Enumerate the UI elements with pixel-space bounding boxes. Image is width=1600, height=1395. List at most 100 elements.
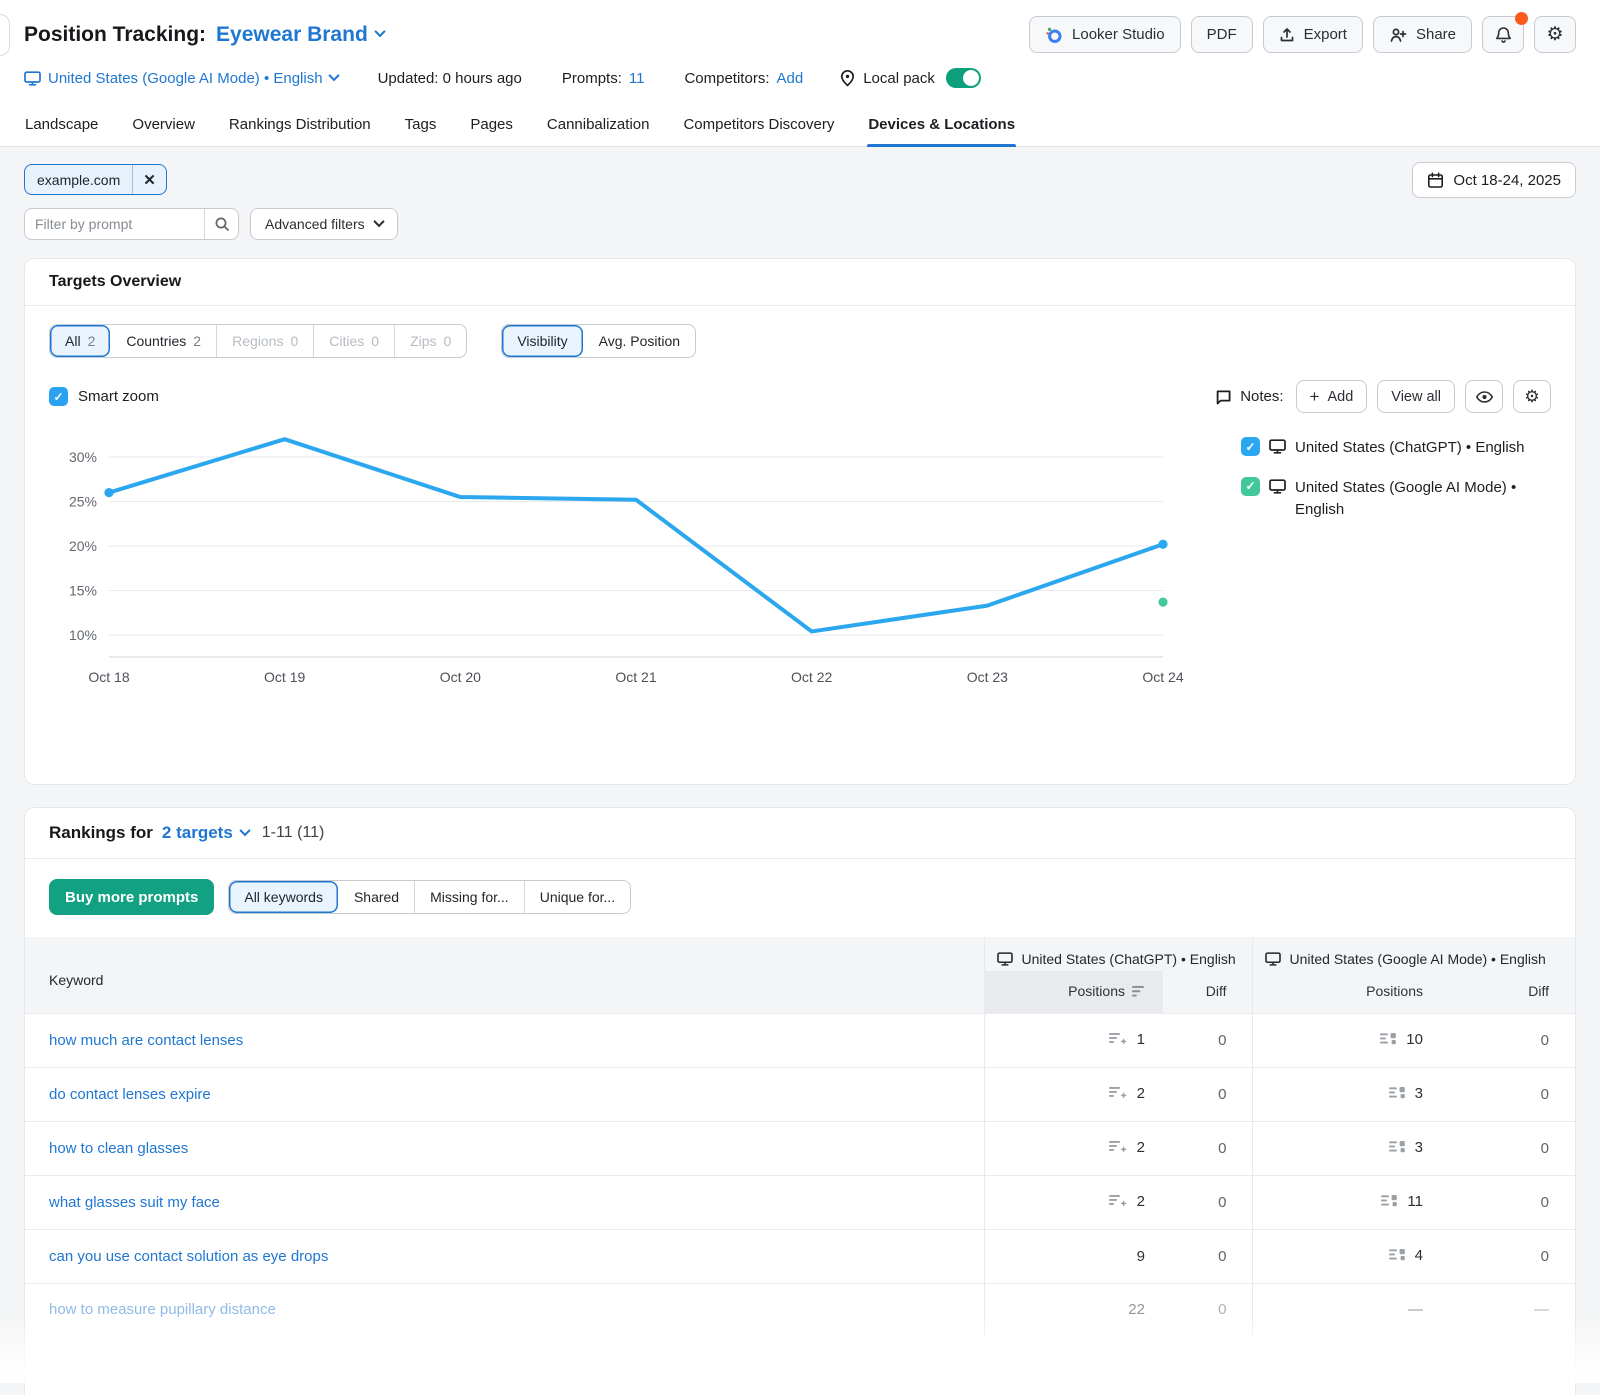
- google-ai-group-header: United States (Google AI Mode) • English: [1253, 937, 1575, 971]
- rankings-range: 1-11 (11): [262, 824, 325, 842]
- calendar-icon: [1427, 172, 1444, 189]
- collapsed-sidebar-stub[interactable]: [0, 14, 10, 56]
- tab-landscape[interactable]: Landscape: [24, 108, 99, 146]
- settings-button[interactable]: ⚙: [1534, 16, 1576, 53]
- segment-missing-for[interactable]: Missing for...: [414, 881, 524, 913]
- tab-cannibalization[interactable]: Cannibalization: [546, 108, 651, 146]
- toggle-notes-visibility-button[interactable]: [1465, 380, 1503, 413]
- keyword-link[interactable]: can you use contact solution as eye drop…: [49, 1248, 328, 1265]
- svg-text:15%: 15%: [69, 583, 97, 599]
- svg-text:Oct 20: Oct 20: [440, 669, 481, 685]
- note-icon: [1215, 389, 1232, 405]
- rankings-table: Keyword United States (ChatGPT) • Englis…: [25, 937, 1575, 1335]
- rankings-table-body: how much are contact lenses 1 0 10 0 do …: [25, 1014, 1575, 1336]
- content-area: example.com ✕ Oct 18-24, 2025 Advanced f…: [0, 147, 1600, 1395]
- segment-avg-position[interactable]: Avg. Position: [583, 325, 695, 357]
- keyword-link[interactable]: how to measure pupillary distance: [49, 1301, 276, 1318]
- legend-item-united-states-google-ai-mode-english[interactable]: ✓ United States (Google AI Mode) • Engli…: [1241, 477, 1555, 522]
- keyword-link[interactable]: how to clean glasses: [49, 1140, 188, 1157]
- segment-unique-for[interactable]: Unique for...: [524, 881, 631, 913]
- segment-count: 0: [371, 333, 379, 349]
- advanced-filters-button[interactable]: Advanced filters: [250, 208, 398, 240]
- add-note-button[interactable]: + Add: [1296, 380, 1368, 413]
- close-icon[interactable]: ✕: [132, 165, 166, 194]
- notifications-button[interactable]: [1482, 16, 1524, 53]
- project-selector[interactable]: Eyewear Brand: [216, 23, 384, 47]
- google-positions-cell: 10: [1253, 1014, 1457, 1068]
- tab-overview[interactable]: Overview: [131, 108, 196, 146]
- competitors-add-link[interactable]: Add: [776, 70, 803, 87]
- google-positions-cell: 3: [1253, 1068, 1457, 1122]
- looker-studio-icon: [1045, 26, 1063, 44]
- chatgpt-diff-cell: 0: [1163, 1284, 1253, 1336]
- segment-zips: Zips 0: [394, 325, 466, 357]
- chatgpt-positions-cell: 1: [985, 1014, 1163, 1068]
- legend-checkbox[interactable]: ✓: [1241, 437, 1260, 456]
- segment-shared[interactable]: Shared: [338, 881, 414, 913]
- tab-devices-locations[interactable]: Devices & Locations: [867, 108, 1016, 146]
- keyword-link[interactable]: how much are contact lenses: [49, 1032, 243, 1049]
- target-selector[interactable]: United States (Google AI Mode) • English: [24, 70, 338, 87]
- svg-text:Oct 22: Oct 22: [791, 669, 832, 685]
- gear-icon: ⚙: [1524, 388, 1539, 405]
- visibility-chart[interactable]: 30%25%20%15%10%Oct 18Oct 19Oct 20Oct 21O…: [43, 423, 1235, 700]
- chatgpt-group-header: United States (ChatGPT) • English: [985, 937, 1253, 971]
- tab-tags[interactable]: Tags: [404, 108, 438, 146]
- bell-icon: [1495, 26, 1512, 44]
- tab-rankings-distribution[interactable]: Rankings Distribution: [228, 108, 372, 146]
- table-row: how to clean glasses 2 0 3 0: [25, 1122, 1575, 1176]
- segment-all-keywords[interactable]: All keywords: [229, 881, 338, 913]
- google-diff-cell: 0: [1457, 1014, 1575, 1068]
- view-all-notes-button[interactable]: View all: [1377, 380, 1455, 413]
- segment-all[interactable]: All 2: [50, 325, 110, 357]
- chatgpt-positions-cell: 2: [985, 1122, 1163, 1176]
- prompts-value-link[interactable]: 11: [629, 70, 645, 87]
- legend-checkbox[interactable]: ✓: [1241, 477, 1260, 496]
- segment-visibility[interactable]: Visibility: [502, 325, 582, 357]
- chatgpt-diff-header[interactable]: Diff: [1163, 971, 1253, 1014]
- serp-features-position-icon: [1381, 1194, 1398, 1212]
- serp-features-position-icon: [1380, 1032, 1397, 1050]
- chatgpt-positions-cell: 9: [985, 1230, 1163, 1284]
- target-filter-chip: example.com ✕: [24, 164, 167, 195]
- google-diff-header[interactable]: Diff: [1457, 971, 1575, 1014]
- targets-dropdown[interactable]: 2 targets: [162, 823, 249, 843]
- chatgpt-positions-header[interactable]: Positions: [985, 971, 1163, 1014]
- pdf-button[interactable]: PDF: [1191, 16, 1253, 53]
- svg-text:Oct 23: Oct 23: [967, 669, 1008, 685]
- tab-pages[interactable]: Pages: [469, 108, 514, 146]
- table-row: do contact lenses expire 2 0 3 0: [25, 1068, 1575, 1122]
- chatgpt-diff-cell: 0: [1163, 1068, 1253, 1122]
- chevron-down-icon: [374, 26, 385, 37]
- date-range-button[interactable]: Oct 18-24, 2025: [1412, 162, 1576, 198]
- chatgpt-diff-cell: 0: [1163, 1014, 1253, 1068]
- chatgpt-diff-cell: 0: [1163, 1122, 1253, 1176]
- export-button[interactable]: Export: [1263, 16, 1363, 53]
- google-diff-cell: 0: [1457, 1122, 1575, 1176]
- chart-svg: 30%25%20%15%10%Oct 18Oct 19Oct 20Oct 21O…: [43, 423, 1203, 695]
- tab-competitors-discovery[interactable]: Competitors Discovery: [682, 108, 835, 146]
- search-icon[interactable]: [204, 209, 238, 239]
- monitor-icon: [1269, 439, 1286, 459]
- local-pack-toggle[interactable]: [946, 68, 981, 88]
- chatgpt-diff-cell: 0: [1163, 1176, 1253, 1230]
- looker-studio-button[interactable]: Looker Studio: [1029, 16, 1181, 53]
- share-button[interactable]: Share: [1373, 16, 1472, 53]
- local-pack-control: Local pack: [839, 68, 981, 88]
- google-positions-header[interactable]: Positions: [1253, 971, 1457, 1014]
- legend-label: United States (Google AI Mode) • English: [1295, 477, 1555, 522]
- segment-count: 0: [290, 333, 298, 349]
- buy-more-prompts-button[interactable]: Buy more prompts: [49, 879, 214, 915]
- prompt-filter-input[interactable]: [25, 216, 204, 232]
- segment-count: 2: [193, 333, 201, 349]
- google-diff-cell: 0: [1457, 1230, 1575, 1284]
- keyword-link[interactable]: what glasses suit my face: [49, 1194, 220, 1211]
- notes-settings-button[interactable]: ⚙: [1513, 380, 1551, 413]
- keyword-column-header[interactable]: Keyword: [25, 937, 985, 1014]
- google-positions-cell: 11: [1253, 1176, 1457, 1230]
- chatgpt-positions-cell: 2: [985, 1176, 1163, 1230]
- segment-countries[interactable]: Countries 2: [110, 325, 216, 357]
- legend-item-united-states-chatgpt-english[interactable]: ✓ United States (ChatGPT) • English: [1241, 437, 1555, 460]
- keyword-link[interactable]: do contact lenses expire: [49, 1086, 211, 1103]
- smart-zoom-checkbox[interactable]: ✓: [49, 387, 68, 406]
